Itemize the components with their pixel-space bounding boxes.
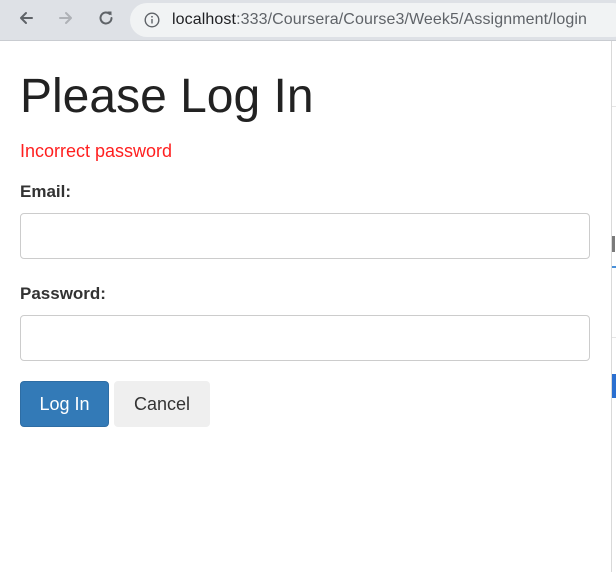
reload-icon	[97, 9, 115, 32]
cancel-button[interactable]: Cancel	[114, 381, 210, 427]
divider	[612, 337, 616, 338]
arrow-left-icon	[17, 9, 35, 32]
back-button[interactable]	[12, 6, 40, 34]
password-input[interactable]	[20, 315, 590, 361]
page-title: Please Log In	[20, 70, 314, 123]
email-label: Email:	[20, 182, 72, 201]
error-message: Incorrect password	[20, 141, 173, 161]
login-button[interactable]: Log In	[20, 381, 109, 427]
background-mark	[612, 236, 615, 252]
address-bar[interactable]: localhost:333/Coursera/Course3/Week5/Ass…	[130, 3, 616, 37]
email-input[interactable]	[20, 213, 590, 259]
background-mark	[612, 374, 616, 398]
page-content: Please Log In Incorrect password Email: …	[0, 41, 612, 572]
background-page-edge	[611, 41, 616, 572]
url-text: localhost:333/Coursera/Course3/Week5/Ass…	[172, 11, 587, 29]
info-icon[interactable]	[144, 12, 160, 28]
forward-button[interactable]	[52, 6, 80, 34]
url-path: :333/Coursera/Course3/Week5/Assignment/l…	[236, 11, 588, 28]
arrow-right-icon	[57, 9, 75, 32]
browser-toolbar: localhost:333/Coursera/Course3/Week5/Ass…	[0, 0, 616, 41]
background-mark	[612, 266, 616, 268]
url-host: localhost	[172, 11, 237, 28]
divider	[612, 106, 616, 107]
password-label: Password:	[20, 284, 106, 303]
reload-button[interactable]	[92, 6, 120, 34]
